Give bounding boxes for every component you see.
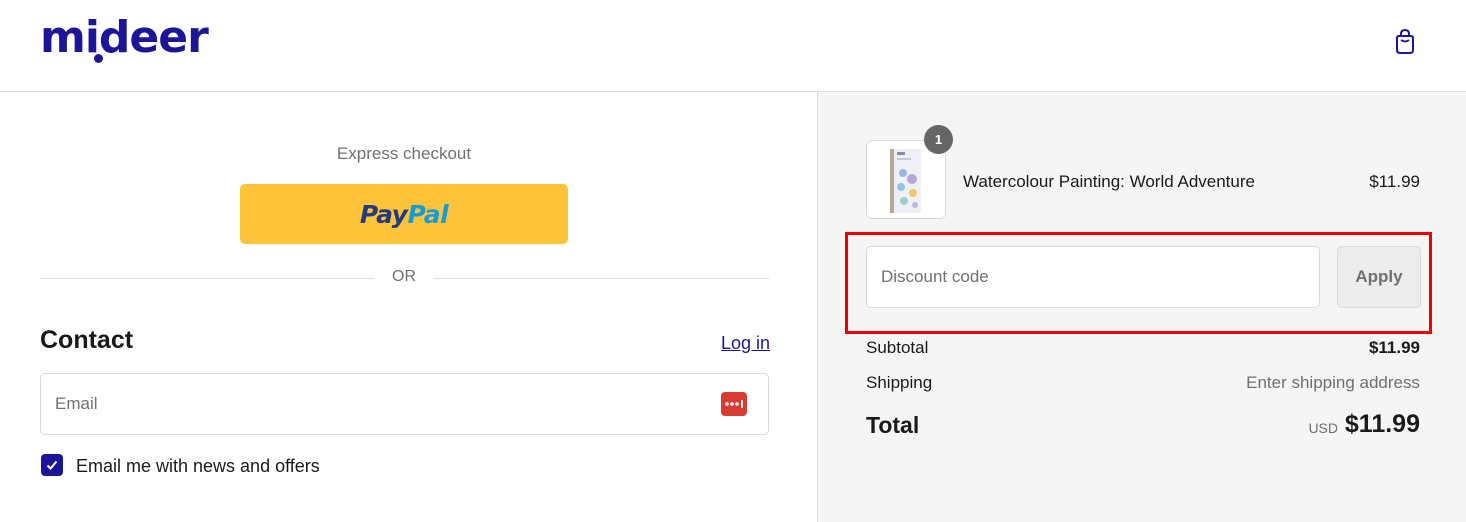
express-checkout-label: Express checkout (336, 144, 472, 163)
paypal-logo-pal: Pal (407, 199, 449, 229)
total-value: $11.99 (1344, 410, 1420, 438)
brand-logo[interactable]: mideer (40, 10, 209, 66)
divider-line-left (40, 278, 374, 279)
discount-code-input[interactable] (866, 246, 1320, 308)
divider-line-right (434, 278, 769, 279)
password-manager-icon[interactable] (721, 392, 747, 416)
shipping-value: Enter shipping address (1246, 373, 1420, 392)
product-price: $11.99 (1369, 172, 1420, 191)
shopping-bag-icon (1396, 28, 1414, 54)
newsletter-checkbox-label[interactable]: Email me with news and offers (76, 456, 320, 477)
currency-code: USD (1308, 420, 1338, 436)
apply-discount-button[interactable]: Apply (1337, 246, 1421, 308)
checkmark-icon (46, 460, 58, 470)
subtotal-label: Subtotal (866, 338, 929, 357)
subtotal-value: $11.99 (1368, 338, 1420, 357)
cart-button[interactable] (1390, 26, 1420, 56)
paypal-logo: PayPal (359, 199, 449, 229)
quantity-badge: 1 (924, 125, 953, 154)
product-name: Watercolour Painting: World Adventure (963, 172, 1255, 191)
newsletter-checkbox[interactable] (41, 454, 63, 476)
login-link[interactable]: Log in (721, 333, 770, 354)
paypal-button[interactable]: PayPal (240, 184, 568, 244)
checkout-main: Express checkout PayPal OR Contact Log i… (0, 92, 817, 522)
shipping-label: Shipping (866, 373, 933, 392)
brand-logo-text: mideer (40, 12, 209, 63)
email-field[interactable] (40, 373, 769, 435)
contact-heading: Contact (40, 326, 134, 354)
order-summary: 1 Watercolour Painting: World Adventure … (817, 92, 1466, 522)
paypal-logo-pay: Pay (359, 199, 408, 229)
site-header: mideer (0, 0, 1466, 92)
total-label: Total (866, 412, 920, 438)
brand-logo-dot (94, 54, 103, 63)
divider-or: OR (392, 268, 416, 285)
